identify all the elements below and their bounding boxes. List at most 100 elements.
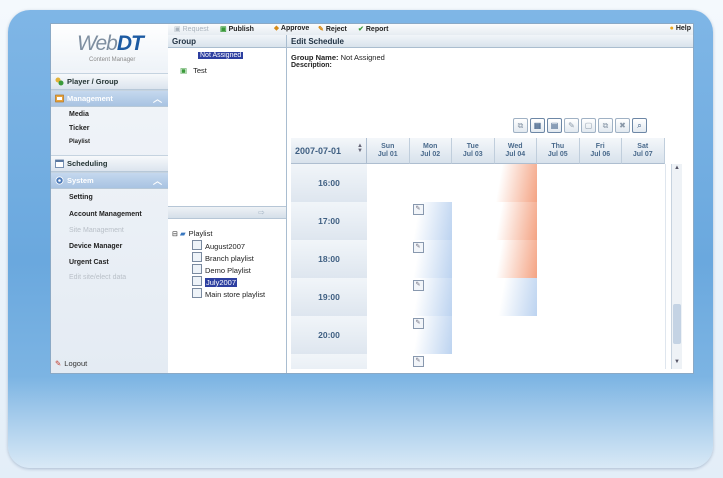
- event-edit-icon[interactable]: ✎: [412, 204, 424, 215]
- event-edit-icon[interactable]: ✎: [412, 242, 424, 253]
- scroll-thumb[interactable]: [673, 304, 681, 344]
- schedule-cell[interactable]: [494, 316, 538, 355]
- playlist-item[interactable]: Branch playlist: [192, 252, 254, 263]
- sidebar-item-playlist[interactable]: Playlist: [69, 139, 90, 145]
- schedule-cell[interactable]: [494, 240, 538, 279]
- sidebar-item-device-manager[interactable]: Device Manager: [69, 243, 122, 250]
- schedule-cell[interactable]: [452, 316, 496, 355]
- sidebar-item-ticker[interactable]: Ticker: [69, 125, 90, 132]
- schedule-cell[interactable]: [452, 164, 496, 203]
- sidebar-item-account-management[interactable]: Account Management: [69, 211, 142, 218]
- schedule-cell[interactable]: [622, 164, 666, 203]
- schedule-cell[interactable]: [537, 164, 581, 203]
- schedule-cell[interactable]: [452, 278, 496, 317]
- playlist-item[interactable]: Main store playlist: [192, 288, 265, 299]
- month-view-icon[interactable]: ▤: [547, 118, 562, 133]
- schedule-cell[interactable]: [579, 278, 623, 317]
- sidebar-item-setting[interactable]: Setting: [69, 194, 93, 201]
- delete-icon[interactable]: ✖: [615, 118, 630, 133]
- event-edit-icon[interactable]: ✎: [412, 280, 424, 291]
- vertical-scrollbar[interactable]: ▲ ▼: [671, 164, 682, 369]
- sidebar-section-management[interactable]: Management ︿: [51, 90, 168, 107]
- playlist-tree-root[interactable]: ⊟ ▰ Playlist: [172, 229, 212, 238]
- schedule-cell[interactable]: [367, 164, 411, 203]
- help-button[interactable]: ● Help: [670, 25, 691, 32]
- schedule-cell[interactable]: [409, 164, 453, 203]
- day-header[interactable]: Mon Jul 02: [409, 138, 452, 164]
- group-item-test[interactable]: ▣ Test: [180, 66, 207, 75]
- copy-icon[interactable]: ⧉: [513, 118, 528, 133]
- schedule-cell[interactable]: [622, 240, 666, 279]
- edit-icon[interactable]: ✎: [564, 118, 579, 133]
- schedule-cell[interactable]: [537, 240, 581, 279]
- sidebar-item-site-management[interactable]: Site Management: [69, 227, 124, 234]
- day-header[interactable]: Fri Jul 06: [579, 138, 622, 164]
- schedule-cell[interactable]: [494, 202, 538, 241]
- schedule-cell[interactable]: [579, 316, 623, 355]
- sidebar-section-scheduling[interactable]: Scheduling: [51, 155, 168, 172]
- publish-button[interactable]: ▣ Publish: [220, 25, 254, 33]
- schedule-cell[interactable]: ✎: [409, 316, 453, 355]
- day-header[interactable]: Tue Jul 03: [452, 138, 495, 164]
- logout-link[interactable]: ✎ Logout: [55, 359, 87, 368]
- schedule-cell[interactable]: [622, 316, 666, 355]
- group-item-not-assigned[interactable]: Not Assigned: [198, 52, 244, 59]
- schedule-cell[interactable]: [367, 240, 411, 279]
- schedule-cell[interactable]: ✎: [409, 354, 453, 369]
- search-icon[interactable]: ⌕: [632, 118, 647, 133]
- week-view-icon[interactable]: ▦: [530, 118, 545, 133]
- playlist-item-selected[interactable]: July2007: [192, 276, 238, 287]
- schedule-cell[interactable]: [579, 240, 623, 279]
- schedule-panel-title: Edit Schedule: [287, 35, 693, 48]
- schedule-cell[interactable]: [622, 354, 666, 369]
- schedule-cell[interactable]: [622, 278, 666, 317]
- scroll-down-icon[interactable]: ▼: [673, 359, 681, 367]
- schedule-cell[interactable]: [452, 202, 496, 241]
- spinner-icon[interactable]: ▲ ▼: [357, 143, 363, 154]
- sidebar-item-edit-extra[interactable]: Edit site/elect data: [69, 274, 126, 281]
- schedule-cell[interactable]: ✎: [409, 240, 453, 279]
- schedule-cell[interactable]: [579, 354, 623, 369]
- day-header[interactable]: Wed Jul 04: [494, 138, 537, 164]
- event-edit-icon[interactable]: ✎: [412, 318, 424, 329]
- schedule-cell[interactable]: [494, 164, 538, 203]
- sidebar-item-media[interactable]: Media: [69, 111, 89, 118]
- playlist-item[interactable]: Demo Playlist: [192, 264, 251, 275]
- scroll-up-icon[interactable]: ▲: [673, 165, 681, 173]
- schedule-cell[interactable]: [579, 164, 623, 203]
- time-slot-label: 21:00: [291, 354, 368, 369]
- schedule-cell[interactable]: [452, 354, 496, 369]
- schedule-cell[interactable]: [537, 316, 581, 355]
- day-header[interactable]: Sun Jul 01: [367, 138, 410, 164]
- arrow-right-icon[interactable]: ⇨: [258, 208, 280, 217]
- playlist-item[interactable]: August2007: [192, 240, 245, 251]
- schedule-cell[interactable]: [367, 278, 411, 317]
- date-picker[interactable]: 2007-07-01 ▲ ▼: [291, 138, 367, 164]
- schedule-cell[interactable]: [494, 354, 538, 369]
- event-edit-icon[interactable]: ✎: [412, 356, 424, 367]
- reject-button[interactable]: ✎ Reject: [318, 25, 347, 33]
- collapse-icon[interactable]: ⊟: [172, 231, 178, 238]
- schedule-cell[interactable]: ✎: [409, 278, 453, 317]
- schedule-cell[interactable]: [367, 354, 411, 369]
- paste-icon[interactable]: ▢: [581, 118, 596, 133]
- day-header[interactable]: Thu Jul 05: [537, 138, 580, 164]
- duplicate-icon[interactable]: ⧉: [598, 118, 613, 133]
- schedule-cell[interactable]: ✎: [409, 202, 453, 241]
- approve-button[interactable]: ⬥ Approve: [274, 25, 309, 33]
- sidebar-item-urgent-cast[interactable]: Urgent Cast: [69, 259, 109, 266]
- schedule-cell[interactable]: [452, 240, 496, 279]
- schedule-cell[interactable]: [537, 202, 581, 241]
- request-button[interactable]: ▣ Request: [174, 25, 209, 33]
- schedule-cell[interactable]: [537, 354, 581, 369]
- schedule-cell[interactable]: [367, 316, 411, 355]
- schedule-cell[interactable]: [494, 278, 538, 317]
- schedule-cell[interactable]: [579, 202, 623, 241]
- schedule-cell[interactable]: [622, 202, 666, 241]
- day-header[interactable]: Sat Jul 07: [622, 138, 665, 164]
- schedule-cell[interactable]: [367, 202, 411, 241]
- report-button[interactable]: ✔ Report: [358, 25, 388, 33]
- sidebar-section-system[interactable]: System ︿: [51, 172, 168, 189]
- sidebar-section-player-group[interactable]: Player / Group: [51, 73, 168, 90]
- schedule-cell[interactable]: [537, 278, 581, 317]
